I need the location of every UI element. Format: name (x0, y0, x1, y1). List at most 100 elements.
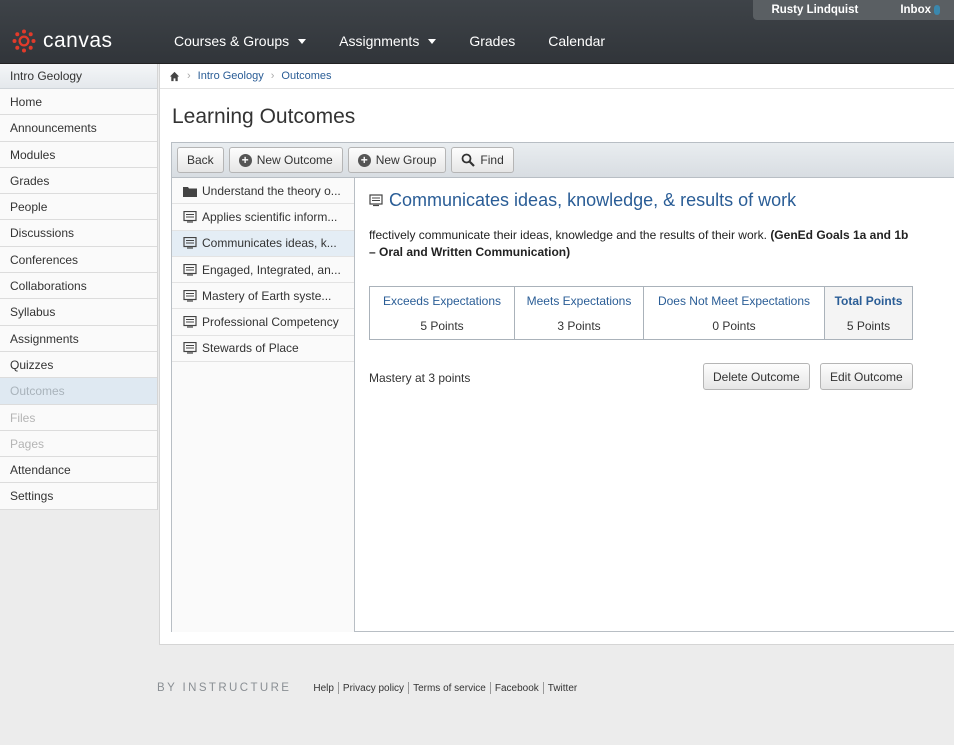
rubric-value: 3 Points (557, 319, 601, 333)
sidebar-item-people[interactable]: People (0, 194, 157, 221)
description-text: ffectively communicate their ideas, know… (369, 228, 771, 242)
outcome-icon (183, 289, 197, 302)
nav-grades[interactable]: Grades (469, 33, 515, 49)
outcomes-toolbar: Back + New Outcome + New Group Find (172, 143, 954, 178)
list-item[interactable]: Mastery of Earth syste... (172, 283, 354, 310)
user-nav: Rusty Lindquist Inbox (753, 0, 954, 20)
mastery-text: Mastery at 3 points (369, 371, 471, 385)
delete-outcome-button[interactable]: Delete Outcome (703, 363, 810, 390)
new-group-button[interactable]: + New Group (347, 147, 447, 173)
rubric-criterion: Exceeds Expectations 5 Points (370, 287, 515, 339)
breadcrumb-page[interactable]: Outcomes (281, 70, 331, 82)
chevron-down-icon (428, 38, 437, 44)
outcome-label: Professional Competency (202, 315, 339, 330)
breadcrumb-separator: › (270, 70, 275, 82)
sidebar-item-announcements[interactable]: Announcements (0, 115, 157, 142)
breadcrumb-separator: › (187, 70, 191, 82)
outcome-icon (183, 316, 197, 328)
list-item[interactable]: Engaged, Integrated, an... (172, 257, 354, 284)
new-group-label: New Group (375, 153, 437, 167)
plus-circle-icon: + (238, 153, 252, 167)
back-button[interactable]: Back (177, 147, 224, 173)
breadcrumb-course[interactable]: Intro Geology (198, 70, 264, 82)
footer-link-facebook[interactable]: Facebook (495, 683, 539, 694)
sidebar-item-collaborations[interactable]: Collaborations (0, 273, 157, 300)
list-item[interactable]: Communicates ideas, k... (172, 230, 354, 257)
list-item[interactable]: Professional Competency (172, 309, 354, 336)
breadcrumb: › Intro Geology › Outcomes (160, 64, 954, 89)
nav-calendar[interactable]: Calendar (548, 33, 605, 49)
nav-assignments-label: Assignments (339, 33, 420, 49)
sidebar-item-attendance[interactable]: Attendance (0, 457, 157, 484)
instructure-brand[interactable]: BY INSTRUCTURE (157, 682, 291, 694)
back-button-label: Back (187, 153, 214, 167)
outcome-label: Understand the theory o... (202, 183, 341, 198)
outcome-description: ffectively communicate their ideas, know… (369, 227, 914, 261)
rubric-header: Total Points (834, 294, 903, 308)
outcome-label: Mastery of Earth syste... (202, 288, 332, 303)
outcome-icon (369, 194, 383, 207)
sidebar-item-grades[interactable]: Grades (0, 167, 157, 195)
delete-outcome-label: Delete Outcome (713, 369, 800, 384)
outcome-title: Communicates ideas, knowledge, & results… (389, 190, 797, 210)
nav-calendar-label: Calendar (548, 33, 606, 49)
canvas-logo-icon (12, 29, 36, 53)
list-item[interactable]: Understand the theory o... (172, 178, 354, 205)
search-icon (462, 153, 476, 167)
folder-icon (183, 186, 197, 197)
edit-outcome-button[interactable]: Edit Outcome (820, 363, 913, 390)
logo-text: canvas (43, 29, 113, 52)
list-item[interactable]: Stewards of Place (172, 336, 354, 363)
footer-divider (408, 682, 410, 694)
footer: BY INSTRUCTURE Help Privacy policy Terms… (157, 682, 577, 694)
nav-courses-groups[interactable]: Courses & Groups (174, 33, 307, 49)
outcomes-browser: Back + New Outcome + New Group Find Unders… (171, 142, 954, 632)
sidebar-item-settings[interactable]: Settings (0, 483, 157, 510)
outcome-list: Understand the theory o... Applies scien… (172, 178, 355, 632)
footer-divider (489, 682, 491, 694)
edit-outcome-label: Edit Outcome (830, 369, 903, 384)
footer-link-help[interactable]: Help (313, 683, 334, 694)
main-nav: Courses & Groups Assignments Grades Cale… (174, 33, 638, 49)
sidebar-item-syllabus[interactable]: Syllabus (0, 299, 157, 326)
sidebar-item-assignments[interactable]: Assignments (0, 325, 157, 352)
sidebar-item-discussions[interactable]: Discussions (0, 220, 157, 247)
nav-grades-label: Grades (469, 33, 516, 49)
list-item[interactable]: Applies scientific inform... (172, 204, 354, 231)
outcome-label: Applies scientific inform... (202, 209, 338, 224)
outcome-label: Communicates ideas, k... (202, 236, 337, 251)
unread-badge (934, 4, 940, 15)
inbox-link[interactable]: Inbox (900, 4, 940, 16)
sidebar-item-modules[interactable]: Modules (0, 141, 157, 168)
course-title[interactable]: Intro Geology (0, 64, 157, 89)
rubric-table: Exceeds Expectations 5 Points Meets Expe… (369, 286, 913, 340)
nav-assignments[interactable]: Assignments (339, 33, 437, 49)
rubric-header: Exceeds Expectations (382, 294, 502, 308)
footer-divider (542, 682, 544, 694)
rubric-value: 0 Points (712, 319, 756, 333)
footer-link-privacy[interactable]: Privacy policy (343, 683, 404, 694)
page-title: Learning Outcomes (172, 105, 356, 128)
find-button[interactable]: Find (451, 147, 514, 173)
sidebar-item-files[interactable]: Files (0, 404, 157, 431)
sidebar-item-outcomes[interactable]: Outcomes (0, 378, 157, 405)
sidebar-item-pages[interactable]: Pages (0, 430, 157, 458)
sidebar-item-quizzes[interactable]: Quizzes (0, 351, 157, 379)
footer-divider (337, 682, 339, 694)
home-icon[interactable] (169, 71, 180, 82)
top-header: Rusty Lindquist Inbox canvas Courses & G… (0, 0, 954, 64)
rubric-total: Total Points 5 Points (825, 287, 912, 339)
new-outcome-button[interactable]: + New Outcome (228, 147, 343, 173)
canvas-logo[interactable]: canvas (12, 29, 113, 53)
footer-link-twitter[interactable]: Twitter (548, 683, 577, 694)
sidebar-item-conferences[interactable]: Conferences (0, 246, 157, 274)
footer-link-terms[interactable]: Terms of service (413, 683, 486, 694)
rubric-value: 5 Points (420, 319, 464, 333)
sidebar-item-home[interactable]: Home (0, 89, 157, 116)
main-content: › Intro Geology › Outcomes Learning Outc… (159, 64, 954, 645)
rubric-header: Does Not Meet Expectations (657, 294, 811, 308)
outcome-icon (183, 237, 197, 249)
outcome-icon (183, 342, 197, 355)
user-name-link[interactable]: Rusty Lindquist (771, 4, 858, 16)
outcome-title-row: Communicates ideas, knowledge, & results… (369, 190, 796, 211)
